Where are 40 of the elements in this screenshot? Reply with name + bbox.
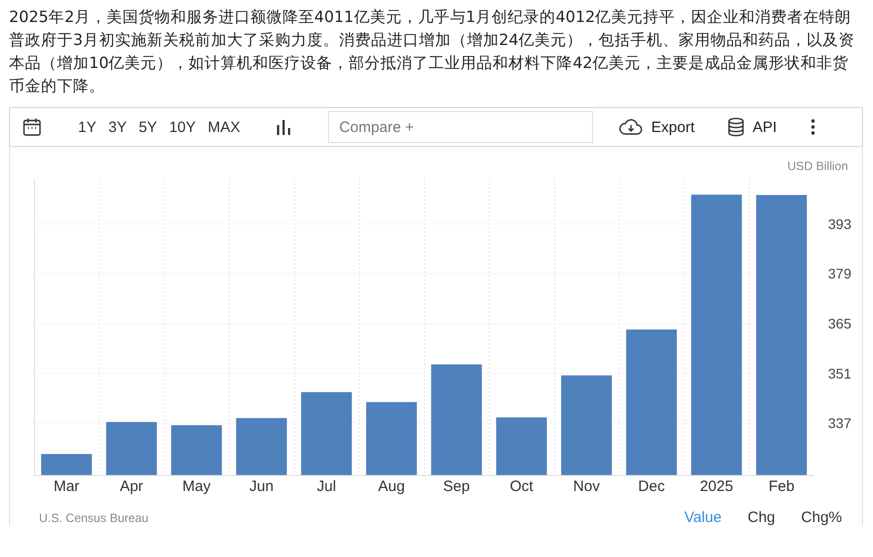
- range-button[interactable]: 1Y: [72, 118, 102, 136]
- bar: [106, 422, 157, 475]
- range-button[interactable]: 10Y: [163, 118, 202, 136]
- y-axis-label: 365: [828, 315, 852, 332]
- x-axis-label: Oct: [510, 478, 534, 495]
- bar-chart-icon[interactable]: [276, 119, 292, 135]
- source-label: U.S. Census Bureau: [39, 510, 148, 524]
- x-axis-label: Mar: [54, 478, 80, 495]
- description-paragraph: 2025年2月，美国货物和服务进口额微降至4011亿美元，几乎与1月创纪录的4012亿美元持平，因企业和消费者在特朗普政府于3月初实施新关税前加大了采购力度。消费品进口增加（增加24亿美元），包括手机、家用物品和药品，以及资本品（增加10亿美元），如计算机和医疗设备，部分抵消了工业用品和材料下降42亿美元，主要是成品金属形状和非货币金的下降。: [9, 7, 856, 97]
- x-axis-label: Feb: [768, 478, 794, 495]
- y-axis-label: 351: [828, 365, 852, 382]
- range-button[interactable]: MAX: [202, 118, 246, 136]
- range-button[interactable]: 5Y: [132, 118, 164, 136]
- mode-tab[interactable]: Chg%: [801, 509, 842, 526]
- y-axis-label: 379: [828, 266, 852, 282]
- x-axis-label: Jun: [249, 478, 274, 495]
- compare-field[interactable]: Compare +: [328, 111, 594, 143]
- x-axis-label: 2025: [700, 478, 734, 495]
- x-axis-label: Apr: [120, 478, 144, 495]
- x-axis-label: Jul: [316, 478, 336, 495]
- x-axis-label: Nov: [573, 478, 600, 495]
- x-axis-label: Sep: [443, 478, 470, 495]
- bar: [496, 417, 547, 475]
- database-icon: [726, 117, 745, 137]
- unit-label: USD Billion: [787, 159, 848, 173]
- bar: [171, 425, 222, 475]
- more-icon[interactable]: [810, 119, 815, 135]
- cloud-download-icon: [619, 118, 644, 136]
- range-button[interactable]: 3Y: [102, 118, 133, 136]
- x-axis-label: Aug: [378, 478, 405, 495]
- calendar-icon[interactable]: [22, 117, 42, 137]
- mode-tab[interactable]: Chg: [748, 509, 776, 526]
- api-button[interactable]: API: [726, 117, 777, 137]
- bar: [236, 418, 287, 475]
- x-axis-label: Dec: [638, 478, 665, 495]
- y-axis-label: 393: [828, 216, 852, 232]
- x-axis-label: May: [182, 478, 211, 495]
- export-button[interactable]: Export: [619, 118, 695, 136]
- y-axis-label: 337: [828, 415, 852, 432]
- bar: [41, 454, 92, 475]
